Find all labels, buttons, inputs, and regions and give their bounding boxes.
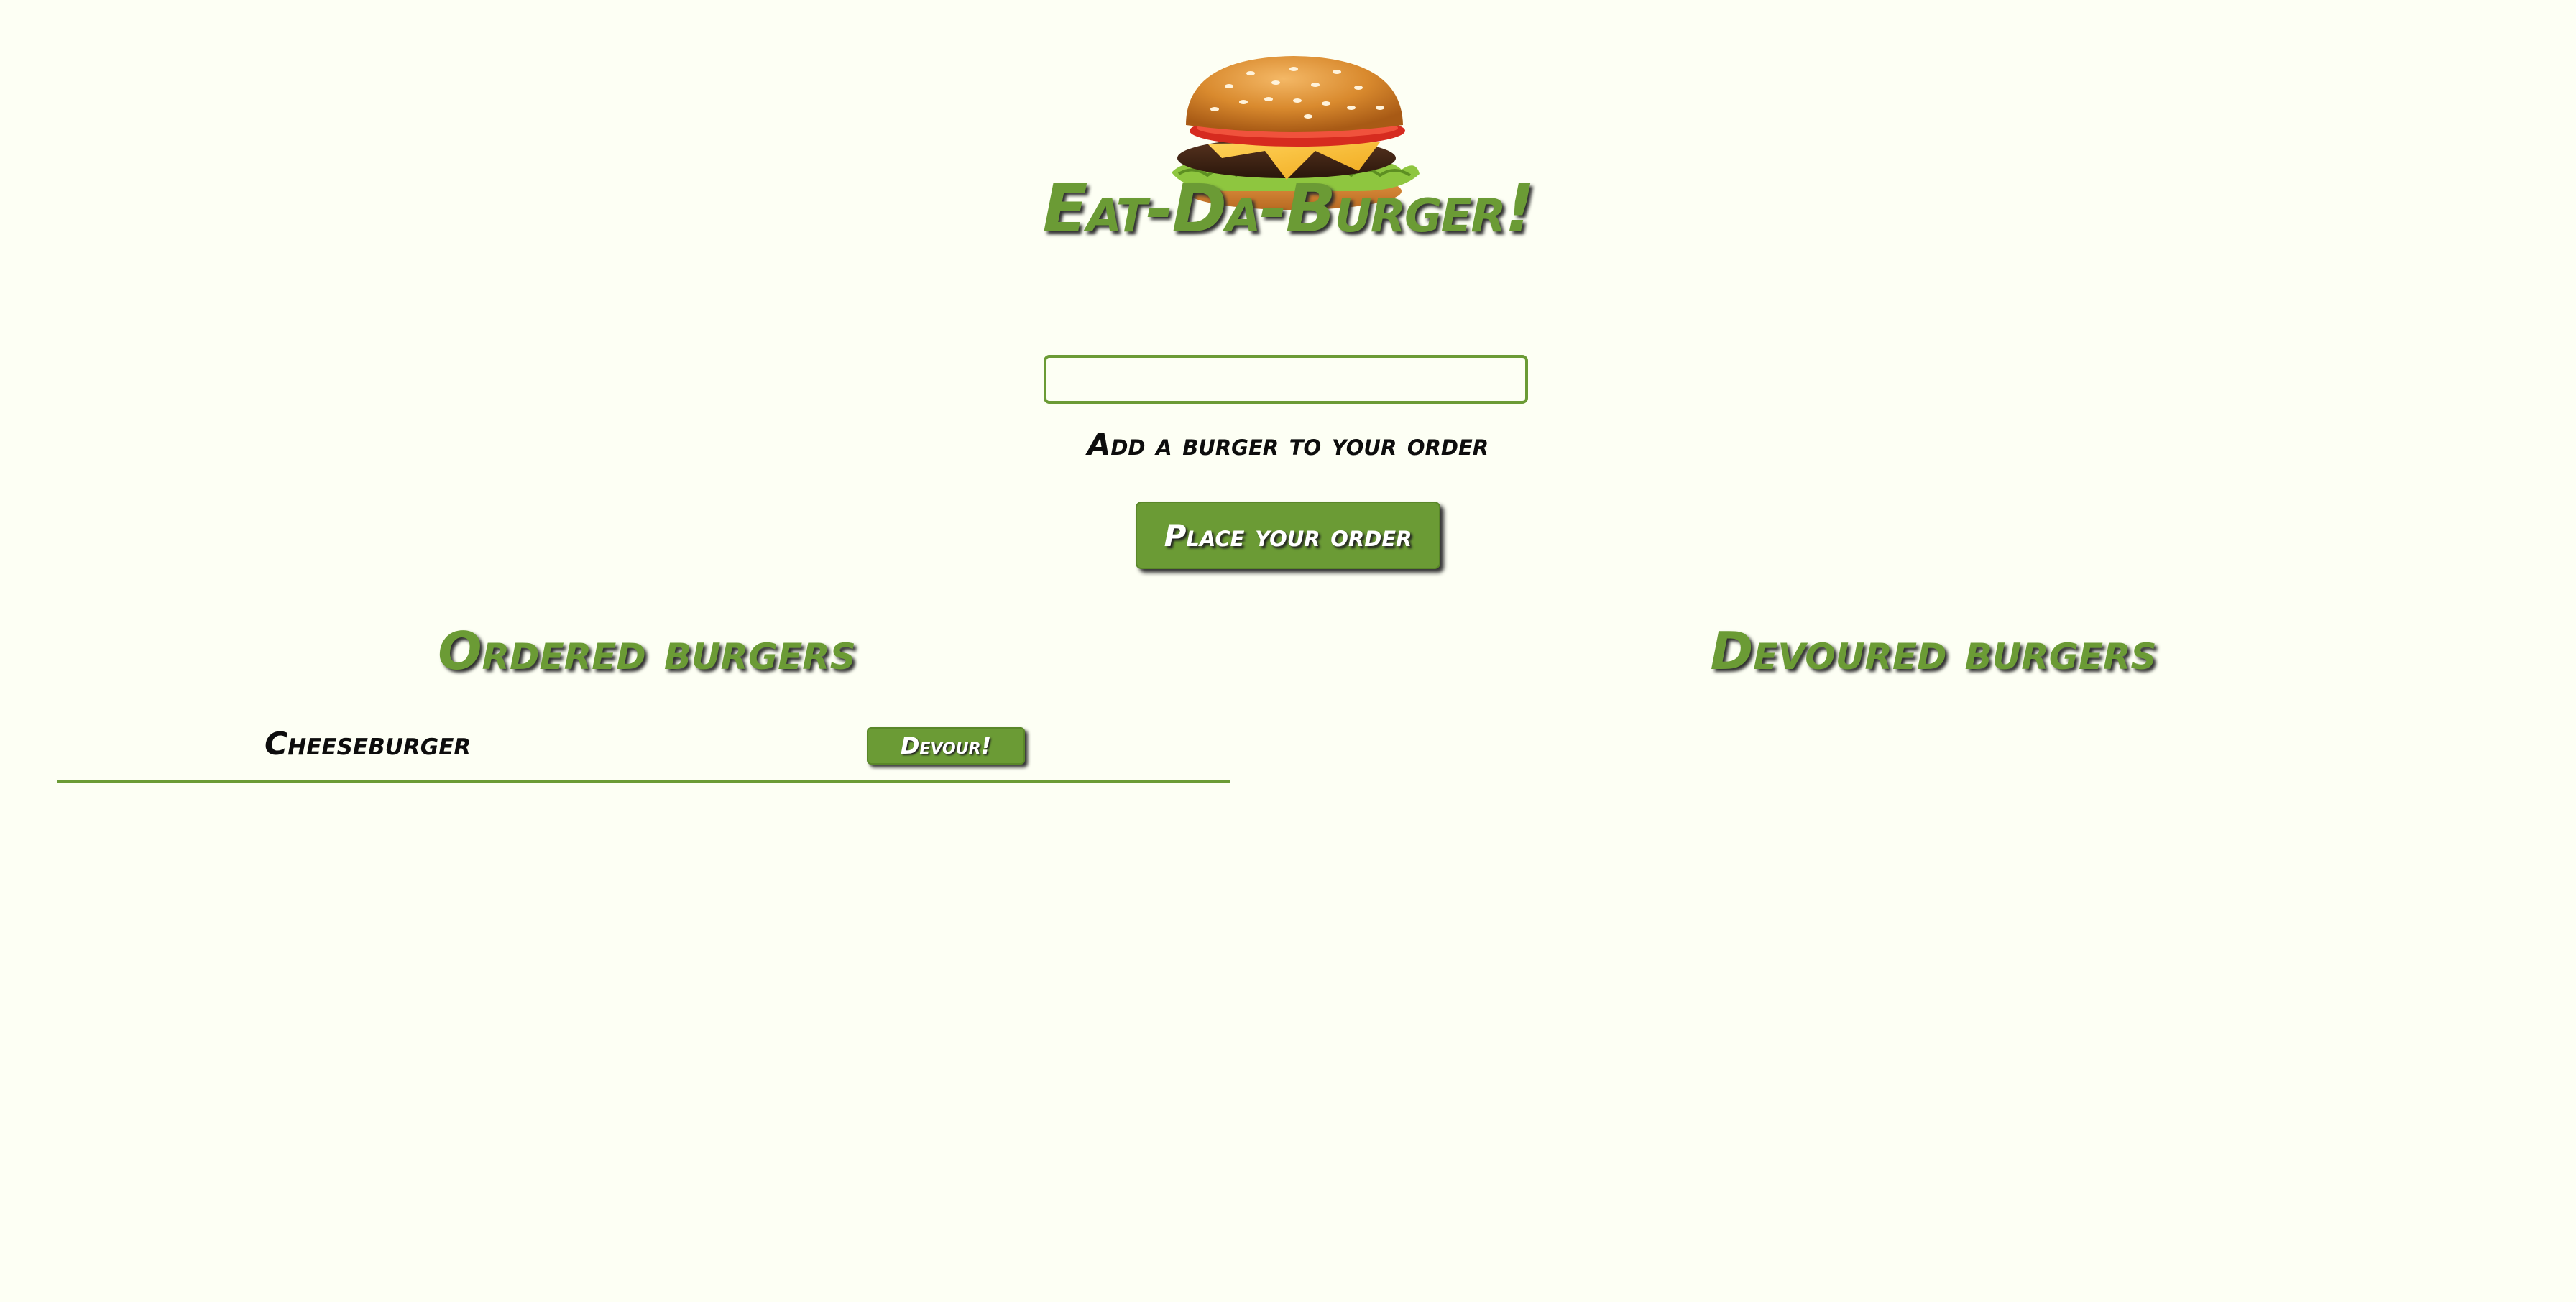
devour-button[interactable]: Devour! — [867, 727, 1025, 765]
burger-input-label: Add a burger to your order — [1087, 427, 1489, 462]
ordered-burgers-list: Cheeseburger Devour! — [58, 719, 1230, 783]
burger-name-input[interactable] — [1044, 355, 1528, 404]
list-item: Cheeseburger Devour! — [58, 719, 1230, 783]
ordered-burgers-heading: Ordered burgers — [438, 621, 856, 681]
devoured-burgers-heading: Devoured burgers — [1710, 621, 2157, 681]
place-order-button[interactable]: Place your order — [1136, 502, 1440, 569]
burger-name: Cheeseburger — [264, 726, 472, 762]
page-title: Eat-Da-Burger! — [1042, 170, 1535, 247]
